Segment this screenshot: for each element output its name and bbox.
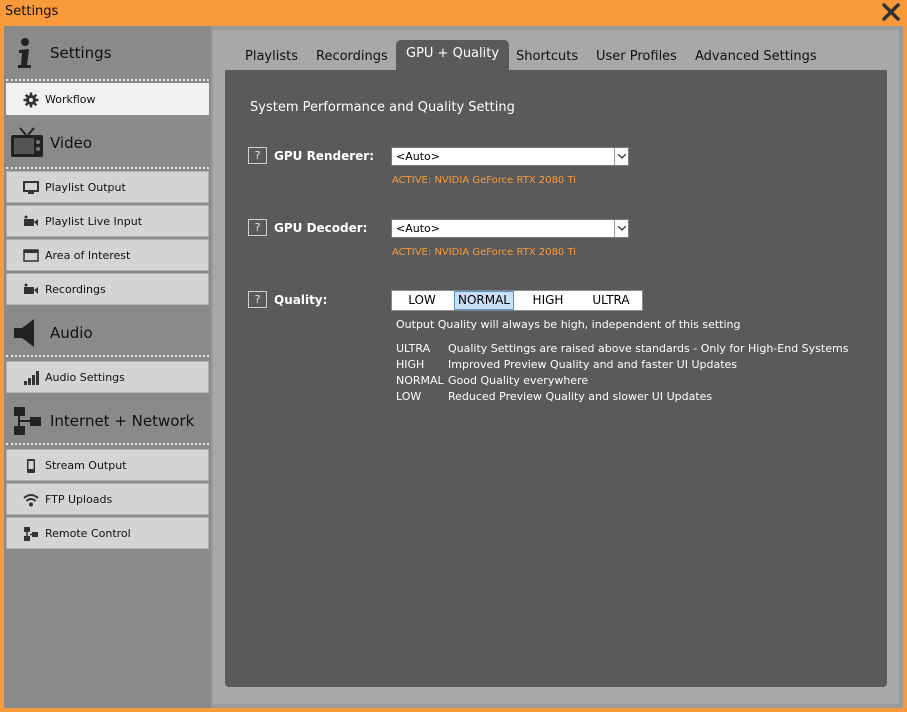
content-title: System Performance and Quality Setting xyxy=(250,100,515,115)
gpu-renderer-active: ACTIVE: NVIDIA GeForce RTX 2080 Ti xyxy=(392,175,577,186)
divider xyxy=(6,79,209,81)
sidebar-item-label: FTP Uploads xyxy=(45,493,113,506)
quality-description: Reduced Preview Quality and slower UI Up… xyxy=(448,390,713,403)
bars-icon xyxy=(24,371,39,385)
select-value: <Auto> xyxy=(396,150,440,163)
quality-description: Quality Settings are raised above standa… xyxy=(448,342,849,355)
gpu-decoder-select[interactable]: <Auto> xyxy=(391,219,629,238)
quality-low-button[interactable]: LOW xyxy=(392,291,452,310)
sidebar-item-ftp-uploads[interactable]: FTP Uploads xyxy=(6,483,209,515)
quality-level: NORMAL xyxy=(396,374,444,387)
help-button[interactable]: ? xyxy=(248,219,267,236)
speaker-icon xyxy=(14,319,34,347)
section-label: Settings xyxy=(50,44,112,62)
sidebar-item-label: Area of Interest xyxy=(45,249,131,262)
sidebar-item-playlist-output[interactable]: Playlist Output xyxy=(6,171,209,203)
close-button[interactable] xyxy=(881,2,901,22)
quality-level: LOW xyxy=(396,390,422,403)
sidebar-item-playlist-live-input[interactable]: Playlist Live Input xyxy=(6,205,209,237)
camera-icon xyxy=(24,283,38,294)
chevron-down-icon xyxy=(618,226,626,231)
quality-level: ULTRA xyxy=(396,342,431,355)
tab-content: System Performance and Quality Setting ?… xyxy=(225,70,887,687)
title-bar: Settings xyxy=(0,0,907,26)
dropdown-button[interactable] xyxy=(614,148,628,165)
quality-description: Good Quality everywhere xyxy=(448,374,589,387)
section-internet-network: Internet + Network xyxy=(4,394,211,446)
quality-description: Improved Preview Quality and and faster … xyxy=(448,358,738,371)
gear-icon xyxy=(23,92,39,108)
section-settings: Settings xyxy=(4,26,211,78)
sidebar-item-label: Playlist Live Input xyxy=(45,215,143,228)
tab-recordings[interactable]: Recordings xyxy=(316,42,388,68)
quality-high-button[interactable]: HIGH xyxy=(516,291,580,310)
tab-shortcuts[interactable]: Shortcuts xyxy=(516,42,578,68)
section-audio: Audio xyxy=(4,306,211,358)
info-icon xyxy=(18,38,31,68)
sidebar-item-stream-output[interactable]: Stream Output xyxy=(6,449,209,481)
main-panel: Playlists Recordings GPU + Quality Short… xyxy=(213,30,899,704)
monitor-icon xyxy=(23,181,39,194)
quality-label: Quality: xyxy=(274,293,328,307)
network-icon xyxy=(14,407,41,435)
sidebar-item-area-of-interest[interactable]: Area of Interest xyxy=(6,239,209,271)
tv-icon xyxy=(11,127,43,157)
dropdown-button[interactable] xyxy=(614,220,628,237)
gpu-renderer-select[interactable]: <Auto> xyxy=(391,147,629,166)
quality-ultra-button[interactable]: ULTRA xyxy=(580,291,642,310)
quality-note: Output Quality will always be high, inde… xyxy=(396,318,741,331)
gpu-decoder-label: GPU Decoder: xyxy=(274,221,368,235)
close-icon xyxy=(882,3,900,21)
sidebar-item-audio-settings[interactable]: Audio Settings xyxy=(6,361,209,393)
gpu-renderer-label: GPU Renderer: xyxy=(274,149,374,163)
sidebar-item-workflow[interactable]: Workflow xyxy=(6,83,209,115)
wifi-icon xyxy=(23,494,39,507)
chevron-down-icon xyxy=(618,154,626,159)
section-label: Video xyxy=(50,134,93,152)
sidebar-item-label: Audio Settings xyxy=(45,371,125,384)
section-label: Audio xyxy=(50,324,93,342)
section-label: Internet + Network xyxy=(50,412,195,430)
sidebar: Settings Workflow Video Playlist Output … xyxy=(4,26,211,708)
help-button[interactable]: ? xyxy=(248,147,267,164)
divider xyxy=(6,443,209,445)
section-video: Video xyxy=(4,116,211,168)
sidebar-item-label: Playlist Output xyxy=(45,181,126,194)
sidebar-item-recordings[interactable]: Recordings xyxy=(6,273,209,305)
tab-advanced-settings[interactable]: Advanced Settings xyxy=(695,42,817,68)
quality-segmented-control: LOW NORMAL HIGH ULTRA xyxy=(391,290,643,311)
network-icon xyxy=(24,527,38,541)
tab-gpu-quality[interactable]: GPU + Quality xyxy=(396,40,510,70)
help-button[interactable]: ? xyxy=(248,291,267,308)
camera-icon xyxy=(24,215,38,226)
frame-icon xyxy=(23,249,39,262)
quality-level: HIGH xyxy=(396,358,425,371)
tab-bar: Playlists Recordings GPU + Quality Short… xyxy=(213,30,899,70)
settings-window: Settings Workflow Video Playlist Output … xyxy=(4,26,903,708)
sidebar-item-remote-control[interactable]: Remote Control xyxy=(6,517,209,549)
select-value: <Auto> xyxy=(396,222,440,235)
quality-normal-button[interactable]: NORMAL xyxy=(454,291,514,310)
tab-user-profiles[interactable]: User Profiles xyxy=(596,42,677,68)
sidebar-item-label: Remote Control xyxy=(45,527,131,540)
window-title: Settings xyxy=(5,4,59,19)
sidebar-item-label: Recordings xyxy=(45,283,106,296)
divider xyxy=(6,355,209,357)
sidebar-item-label: Stream Output xyxy=(45,459,127,472)
device-icon xyxy=(27,459,35,473)
divider xyxy=(6,167,209,169)
tab-playlists[interactable]: Playlists xyxy=(245,42,298,68)
gpu-decoder-active: ACTIVE: NVIDIA GeForce RTX 2080 Ti xyxy=(392,247,577,258)
sidebar-item-label: Workflow xyxy=(45,93,96,106)
